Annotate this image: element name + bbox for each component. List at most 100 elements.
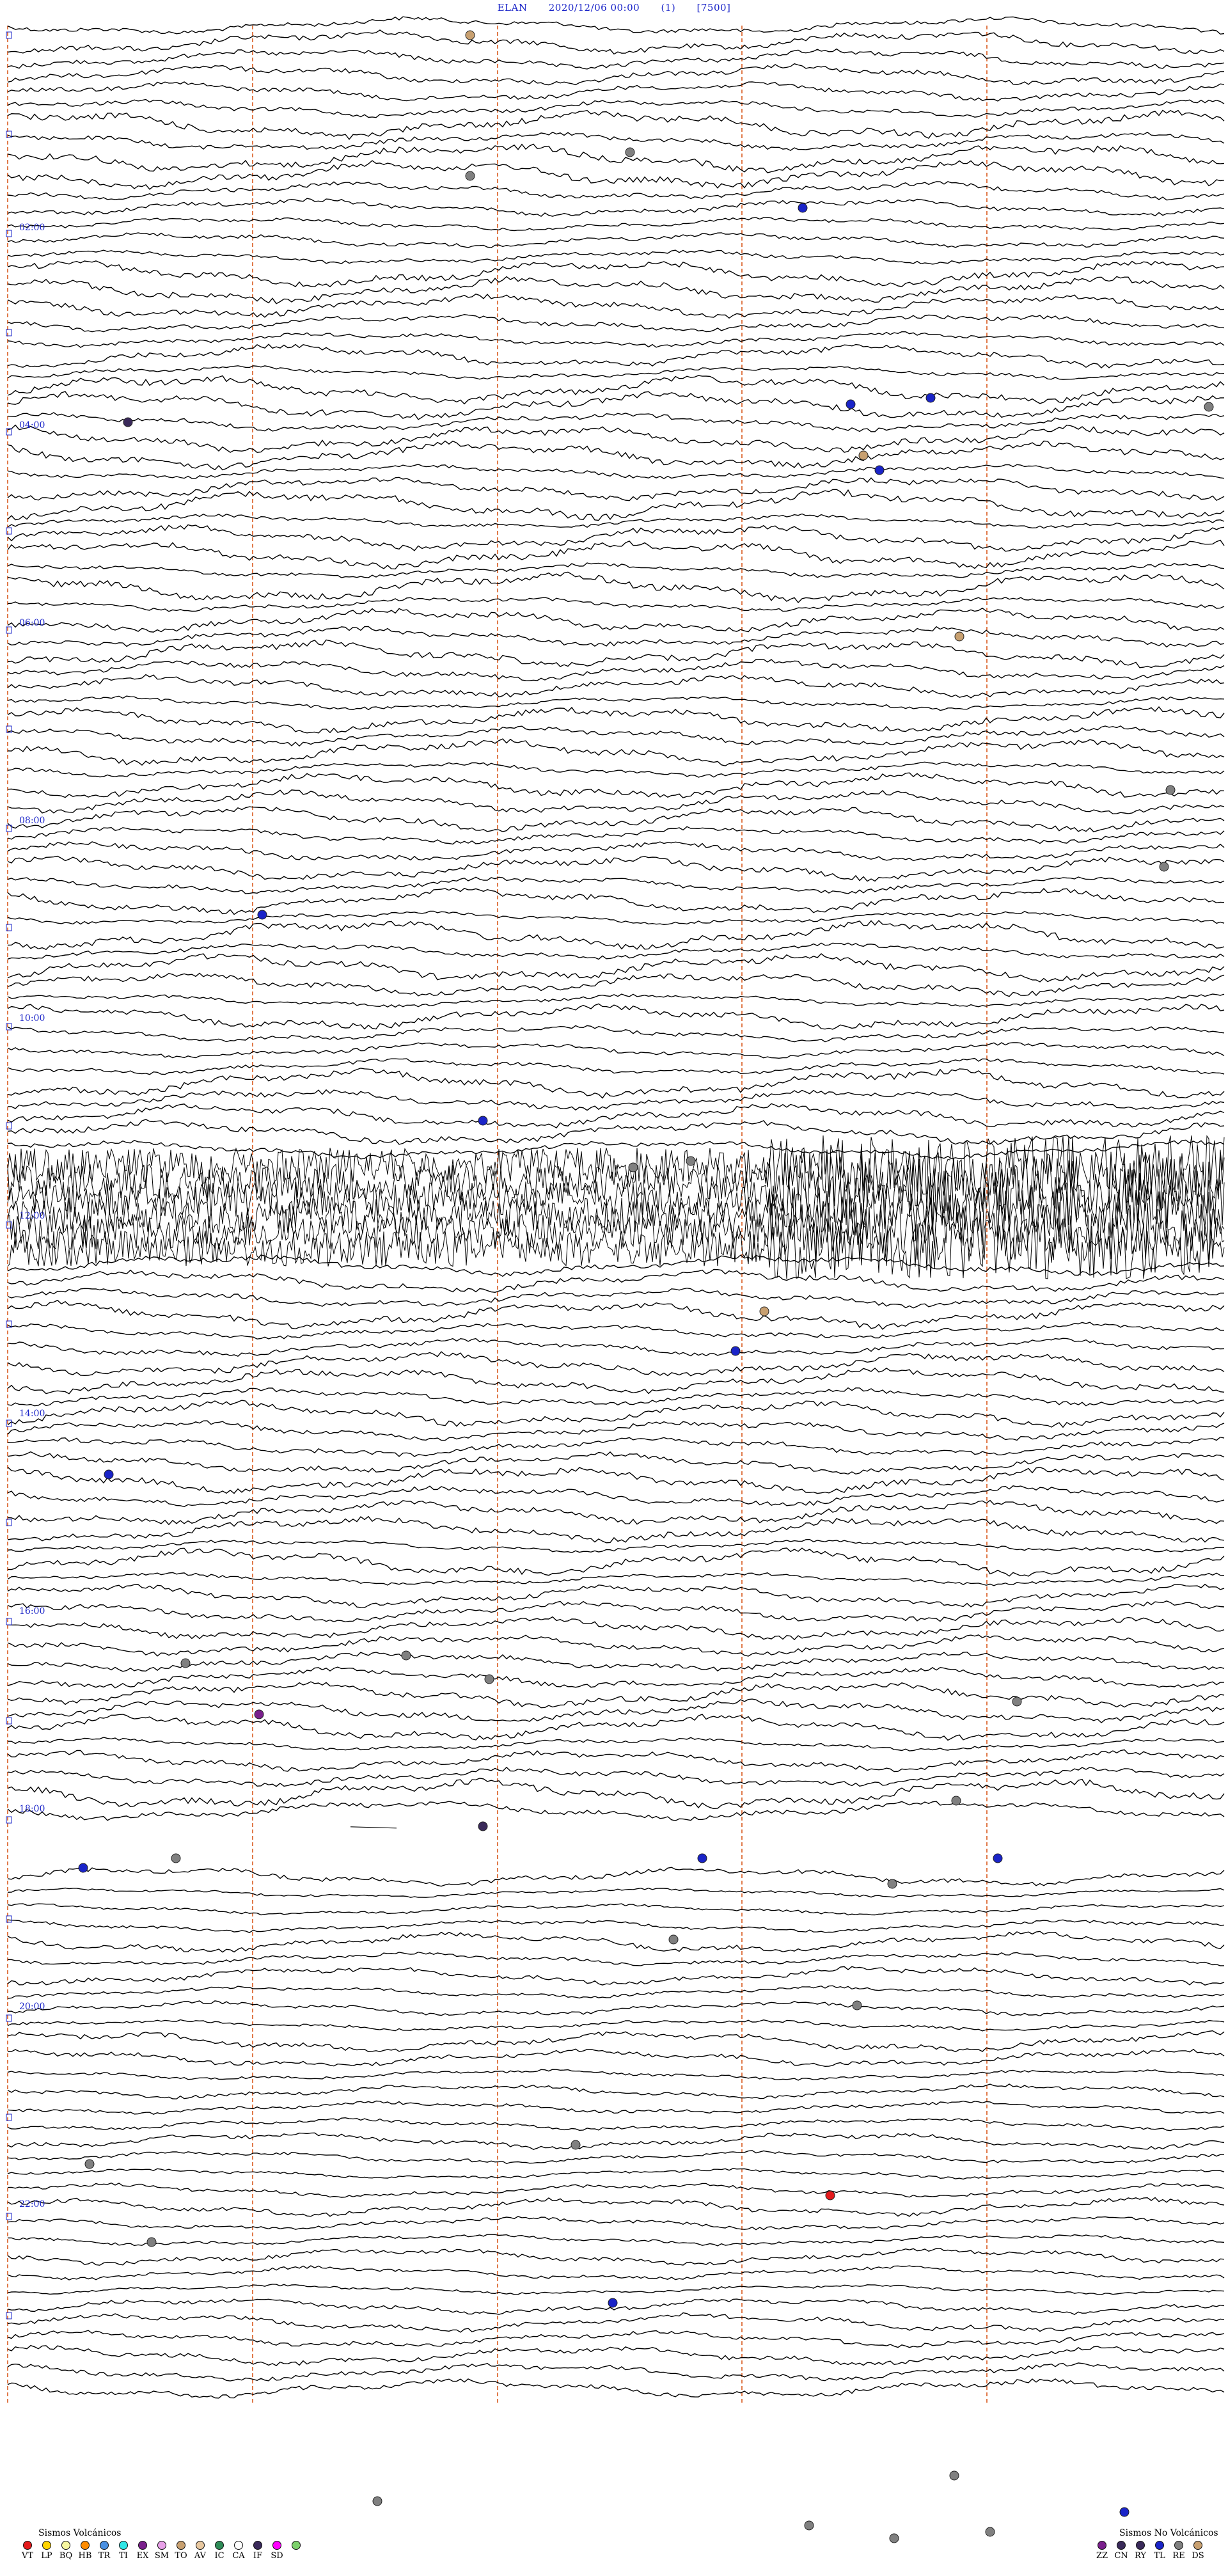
legend-swatch <box>253 2541 262 2550</box>
seismic-trace <box>7 1400 1225 1428</box>
seismic-trace <box>7 63 1225 86</box>
seismic-trace <box>7 1119 1225 1145</box>
seismic-trace <box>7 695 1225 711</box>
seismic-trace <box>7 198 1225 217</box>
seismic-trace <box>7 855 1225 882</box>
seismic-trace <box>7 1547 1225 1577</box>
seismic-trace <box>7 1351 1225 1377</box>
seismic-trace <box>7 2182 1225 2198</box>
event-marker <box>949 2470 959 2481</box>
seismic-trace <box>7 217 1225 232</box>
event-marker <box>1012 1696 1022 1707</box>
legend-code: VT <box>21 2551 34 2561</box>
seismic-trace <box>7 1025 1225 1043</box>
seismic-trace <box>350 1826 397 1829</box>
seismic-trace <box>7 738 1225 766</box>
seismic-trace <box>7 249 1225 265</box>
seismic-trace <box>7 706 1225 734</box>
event-marker <box>846 399 856 409</box>
seismic-trace <box>8 2234 1225 2247</box>
event-marker <box>858 450 869 461</box>
seismic-trace <box>7 391 1225 420</box>
event-marker <box>372 2496 382 2506</box>
legend-item: SM <box>154 2541 170 2561</box>
seismic-trace <box>7 1254 1225 1277</box>
seismic-trace <box>7 596 1225 612</box>
time-label: 20:00 <box>19 2002 45 2012</box>
seismic-trace <box>7 952 1225 983</box>
legend-code: AV <box>194 2551 207 2561</box>
seismic-trace <box>7 1801 1225 1822</box>
plot-header: ELAN 2020/12/06 00:00 (1) [7500] <box>0 2 1228 13</box>
event-marker <box>123 417 133 427</box>
seismic-trace <box>7 412 1225 432</box>
legend-swatch <box>1117 2541 1126 2550</box>
seismic-trace <box>7 2100 1225 2115</box>
seismic-trace <box>7 2378 1225 2399</box>
seismic-trace <box>7 725 1225 747</box>
legend-volcanic-title: Sismos Volcánicos <box>38 2528 122 2538</box>
seismic-trace <box>7 1666 1225 1689</box>
time-label: 22:00 <box>19 2199 45 2209</box>
legend-item: DS <box>1190 2541 1206 2561</box>
event-marker <box>401 1650 411 1661</box>
legend-swatch <box>1174 2541 1183 2550</box>
legend-item: SD <box>269 2541 285 2561</box>
time-label: 08:00 <box>19 816 45 826</box>
seismic-trace <box>7 1931 1225 1953</box>
seismic-trace <box>7 276 1225 304</box>
event-marker <box>668 1934 679 1945</box>
event-marker <box>925 393 936 403</box>
legend-code: SD <box>271 2551 283 2561</box>
seismic-trace <box>7 562 1225 578</box>
seismic-trace <box>7 2069 1225 2081</box>
seismic-trace <box>7 2150 1225 2165</box>
event-marker <box>874 465 885 475</box>
seismic-trace <box>7 1538 1225 1553</box>
seismic-trace <box>7 1217 1225 1279</box>
time-label: 04:00 <box>19 420 45 431</box>
seismic-trace <box>7 1420 1225 1441</box>
legend-swatch <box>157 2541 166 2550</box>
legend-nonvolcanic-title: Sismos No Volcánicos <box>1119 2528 1218 2538</box>
legend-swatch <box>100 2541 109 2550</box>
event-marker <box>465 30 475 40</box>
legend-swatch <box>215 2541 224 2550</box>
seismic-trace <box>7 424 1225 454</box>
legend-code: EX <box>136 2551 149 2561</box>
seismic-trace <box>7 344 1225 368</box>
time-label: 06:00 <box>19 618 45 628</box>
seismic-trace <box>7 2247 1225 2266</box>
seismic-trace <box>7 972 1225 997</box>
seismic-trace <box>7 789 1225 814</box>
legend-item: BQ <box>58 2541 74 2561</box>
seismic-trace <box>7 607 1225 633</box>
seismic-trace <box>7 2083 1225 2099</box>
seismic-trace <box>7 513 1225 529</box>
legend-item: LP <box>38 2541 55 2561</box>
seismic-trace <box>7 365 1225 380</box>
legend-swatch <box>81 2541 90 2550</box>
legend-item: TI <box>115 2541 132 2561</box>
seismic-trace <box>7 626 1225 648</box>
seismic-trace <box>7 160 1225 190</box>
event-marker <box>625 147 635 157</box>
seismic-trace <box>7 658 1225 681</box>
seismic-trace <box>7 1168 1225 1230</box>
seismic-trace <box>7 1919 1225 1933</box>
seismic-trace <box>7 232 1225 248</box>
seismic-trace <box>7 1466 1225 1494</box>
seismic-trace <box>7 375 1225 405</box>
start-datetime: 2020/12/06 00:00 <box>548 2 640 13</box>
legend-swatch <box>1193 2541 1202 2550</box>
event-marker <box>985 2527 995 2537</box>
event-marker <box>686 1156 696 1166</box>
seismic-trace <box>7 761 1225 778</box>
seismic-trace <box>7 1338 1225 1357</box>
seismic-trace <box>7 1903 1225 1916</box>
seismic-trace <box>7 29 1225 55</box>
event-marker <box>697 1853 707 1863</box>
event-marker <box>1204 402 1214 412</box>
seismic-trace <box>7 293 1225 319</box>
time-labels: 02:00 04:00 06:00 08:00 10:00 12:00 14:00 16:00… <box>19 223 45 2209</box>
